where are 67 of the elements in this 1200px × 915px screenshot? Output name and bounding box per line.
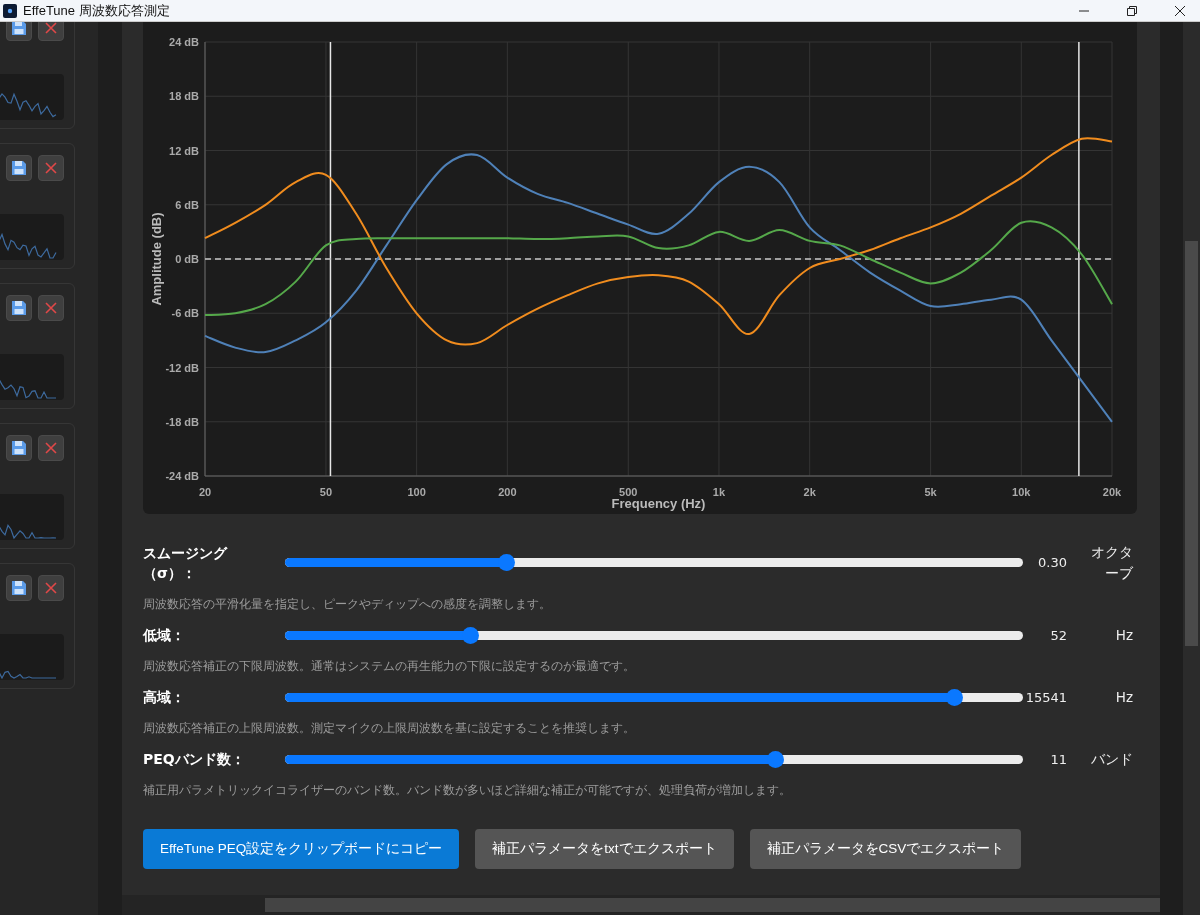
- action-button[interactable]: EffeTune PEQ設定をクリップボードにコピー: [143, 828, 460, 869]
- x-tick-label: 2k: [803, 486, 816, 498]
- scrollbar-thumb[interactable]: [265, 898, 1160, 912]
- restore-icon[interactable]: [1126, 4, 1138, 17]
- close-icon: [44, 441, 58, 455]
- delete-button[interactable]: [38, 435, 64, 461]
- y-tick-label: -18 dB: [165, 415, 199, 428]
- setting-label: PEQバンド数：: [143, 750, 246, 769]
- y-tick-label: 12 dB: [169, 144, 199, 157]
- x-tick-label: 100: [407, 486, 426, 498]
- y-tick-label: -6 dB: [171, 307, 199, 320]
- delete-button[interactable]: [38, 295, 64, 321]
- app-icon: [3, 3, 17, 18]
- save-button[interactable]: [6, 155, 32, 181]
- action-button[interactable]: 補正パラメータをCSVでエクスポート: [749, 828, 1022, 869]
- setting-unit: Hz: [1114, 687, 1134, 707]
- horizontal-scrollbar[interactable]: [122, 895, 1160, 915]
- action-button[interactable]: 補正パラメータをtxtでエクスポート: [475, 828, 734, 869]
- y-tick-label: 0 dB: [175, 253, 199, 265]
- save-button[interactable]: [6, 435, 32, 461]
- slider-thumb[interactable]: [461, 626, 479, 644]
- save-button[interactable]: [6, 295, 32, 321]
- y-tick-label: -24 dB: [165, 470, 199, 482]
- delete-button[interactable]: [38, 155, 64, 181]
- close-icon: [44, 301, 58, 315]
- setting-value: 11: [1049, 751, 1067, 767]
- x-tick-label: 20: [198, 486, 212, 498]
- slider-thumb[interactable]: [945, 688, 963, 706]
- delete-button[interactable]: [38, 575, 64, 601]
- window-title: EffeTune 周波数応答測定: [23, 1, 170, 20]
- slider-thumb[interactable]: [767, 750, 785, 768]
- scrollbar-thumb[interactable]: [1185, 241, 1198, 646]
- x-axis-title: Frequency (Hz): [611, 496, 706, 511]
- y-axis-title: Amplitude (dB): [149, 212, 164, 306]
- setting-value: 52: [1049, 627, 1067, 643]
- setting-description: 周波数応答補正の下限周波数。通常はシステムの再生能力の下限に設定するのが最適です。: [143, 657, 636, 675]
- setting-description: 補正用パラメトリックイコライザーのバンド数。バンド数が多いほど詳細な補正が可能ですが、処理負荷が増加します。: [143, 781, 792, 799]
- y-tick-label: 24 dB: [169, 36, 199, 48]
- x-tick-label: 5k: [924, 486, 937, 498]
- x-tick-label: 50: [319, 486, 333, 498]
- close-icon: [44, 581, 58, 595]
- delete-button[interactable]: [38, 22, 64, 41]
- setting-label: スムージング（σ）：: [143, 543, 229, 583]
- close-icon: [44, 22, 58, 35]
- x-tick-label: 500: [619, 486, 638, 498]
- setting-label: 低域：: [143, 626, 186, 646]
- x-tick-label: 1k: [712, 486, 726, 498]
- x-tick-label: 200: [498, 486, 517, 498]
- vertical-scrollbar[interactable]: [1183, 22, 1200, 915]
- x-tick-label: 20k: [1102, 486, 1122, 498]
- setting-value: 15541: [1024, 689, 1067, 705]
- setting-label: 高域：: [143, 688, 186, 708]
- y-tick-label: 6 dB: [175, 198, 199, 211]
- setting-description: 周波数応答の平滑化量を指定し、ピークやディップへの感度を調整します。: [143, 595, 552, 613]
- save-button[interactable]: [6, 22, 32, 41]
- y-tick-label: 18 dB: [169, 90, 199, 103]
- setting-unit: バンド: [1090, 749, 1134, 769]
- slider-thumb[interactable]: [498, 554, 516, 572]
- save-button[interactable]: [6, 575, 32, 601]
- x-tick-label: 10k: [1012, 486, 1031, 498]
- setting-unit: オクターブ: [1090, 543, 1134, 583]
- setting-unit: Hz: [1114, 625, 1134, 645]
- close-icon: [44, 161, 58, 175]
- y-tick-label: -12 dB: [165, 361, 199, 374]
- setting-value: 0.30: [1037, 555, 1067, 571]
- close-icon[interactable]: [1174, 4, 1186, 17]
- setting-description: 周波数応答補正の上限周波数。測定マイクの上限周波数を基に設定することを推奨します。: [143, 719, 636, 737]
